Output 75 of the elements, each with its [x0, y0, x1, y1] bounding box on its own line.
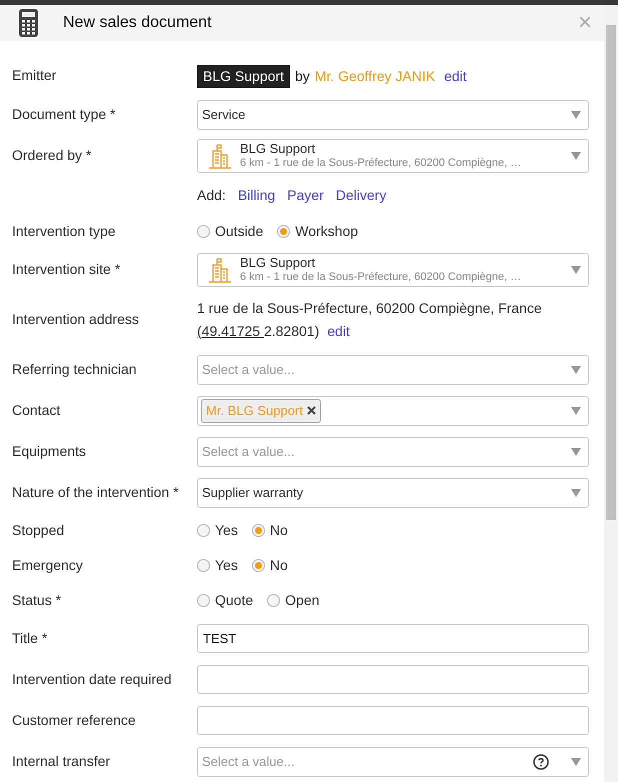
radio-button[interactable]	[252, 559, 265, 572]
dropdown-caret-icon	[571, 758, 581, 766]
field-label: Contact	[12, 402, 60, 418]
add-label: Add:	[197, 186, 226, 205]
radio-label: No	[270, 556, 288, 575]
place-name: BLG Support	[240, 142, 316, 156]
window-title: New sales document	[63, 13, 213, 33]
add-link[interactable]: Billing	[238, 185, 276, 206]
radio-label: Yes	[215, 521, 238, 540]
radio-label: Yes	[215, 556, 238, 575]
by-text: by	[294, 66, 310, 86]
radio-label: No	[270, 521, 288, 540]
field-label: Nature of the intervention *	[12, 484, 179, 500]
radio-button[interactable]	[267, 594, 280, 607]
select-field[interactable]: BLG Support 6 km - 1 rue de la Sous-Préfecture, 60200 Compiègne, …	[197, 253, 589, 287]
select-field[interactable]: Supplier warranty	[197, 478, 589, 508]
select-placeholder: Select a value...	[202, 360, 294, 379]
select-placeholder: Select a value...	[202, 442, 294, 461]
edit-link[interactable]: edit	[327, 320, 350, 343]
select-field[interactable]: BLG Support 6 km - 1 rue de la Sous-Préfecture, 60200 Compiègne, …	[197, 139, 589, 173]
text-input[interactable]	[197, 706, 589, 735]
coordinates-text: (49.41725 2.82801)	[197, 322, 320, 341]
building-icon	[208, 257, 232, 283]
select-field[interactable]: Service	[197, 100, 589, 130]
building-icon	[208, 143, 232, 169]
radio-label: Open	[285, 591, 320, 610]
radio-button[interactable]	[197, 225, 210, 238]
field-label: Status *	[12, 592, 62, 608]
dropdown-caret-icon	[571, 266, 581, 274]
dropdown-caret-icon	[571, 152, 581, 160]
radio-button[interactable]	[252, 524, 265, 537]
field-label: Ordered by *	[12, 147, 92, 163]
place-name: BLG Support	[240, 256, 316, 270]
text-input[interactable]	[197, 665, 589, 694]
radio-button[interactable]	[277, 225, 290, 238]
radio-button[interactable]	[197, 559, 210, 572]
dropdown-caret-icon	[571, 366, 581, 374]
field-label: Emergency	[12, 556, 83, 572]
address-text: 1 rue de la Sous-Préfecture, 60200 Compiègne, France	[197, 299, 543, 318]
field-label: Intervention date required	[12, 670, 172, 686]
help-icon[interactable]	[533, 754, 549, 770]
field-label: Intervention site *	[12, 261, 120, 277]
field-label: Stopped	[12, 522, 64, 538]
person-name: Mr. Geoffrey JANIK	[314, 66, 436, 86]
field-label: Document type *	[12, 106, 116, 122]
edit-link[interactable]: edit	[444, 66, 467, 86]
dropdown-caret-icon	[571, 488, 581, 496]
select-value: Service	[202, 106, 246, 124]
text-input[interactable]: TEST	[197, 624, 589, 653]
field-label: Intervention address	[12, 311, 139, 327]
add-link[interactable]: Delivery	[336, 185, 386, 206]
field-label: Referring technician	[12, 360, 137, 376]
field-label: Intervention type	[12, 222, 116, 238]
field-label: Customer reference	[12, 712, 136, 728]
place-detail: 6 km - 1 rue de la Sous-Préfecture, 60200 Compiègne, …	[240, 156, 522, 170]
place-detail: 6 km - 1 rue de la Sous-Préfecture, 60200 Compiègne, …	[240, 270, 522, 284]
dropdown-caret-icon	[571, 448, 581, 456]
dropdown-caret-icon	[571, 110, 581, 118]
dropdown-caret-icon	[571, 406, 581, 414]
remove-icon[interactable]	[306, 406, 316, 415]
field-label: Internal transfer	[12, 752, 110, 768]
radio-button[interactable]	[197, 524, 210, 537]
radio-label: Quote	[215, 591, 254, 610]
emitter-badge: BLG Support	[197, 64, 290, 88]
radio-label: Workshop	[295, 222, 358, 241]
field-label: Title *	[12, 630, 48, 646]
select-value: Supplier warranty	[202, 484, 304, 502]
select-placeholder: Select a value...	[202, 752, 294, 771]
add-link[interactable]: Payer	[287, 185, 324, 206]
field-label: Emitter	[12, 67, 56, 83]
calculator-icon	[19, 9, 38, 37]
radio-button[interactable]	[197, 594, 210, 607]
field-label: Equipments	[12, 442, 86, 458]
scrollbar[interactable]	[604, 5, 618, 782]
radio-label: Outside	[215, 222, 264, 241]
